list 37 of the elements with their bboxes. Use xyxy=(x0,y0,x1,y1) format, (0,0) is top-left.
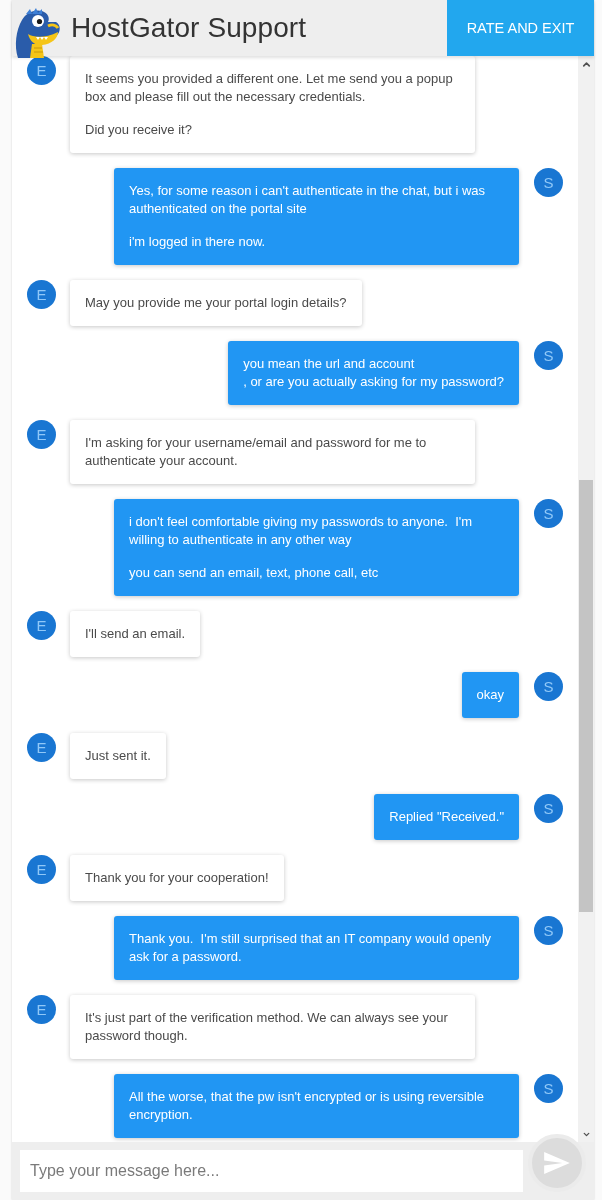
message-text: Replied "Received." xyxy=(389,808,504,826)
avatar: S xyxy=(534,794,563,823)
message-text: All the worse, that the pw isn't encrypted or is using reversible encryption. xyxy=(129,1088,486,1124)
avatar: E xyxy=(27,420,56,449)
message-text: i'm logged in there now. xyxy=(129,233,267,251)
message-text: Just sent it. xyxy=(85,747,151,765)
avatar: S xyxy=(534,499,563,528)
message-text: Did you receive it? xyxy=(85,121,193,139)
message-text: you mean the url and account , or are you actually asking for my password? xyxy=(243,355,504,391)
avatar: S xyxy=(534,341,563,370)
message-text: okay xyxy=(476,686,504,704)
scrollbar-track[interactable] xyxy=(578,56,594,1142)
avatar: S xyxy=(534,916,563,945)
chat-title: HostGator Support xyxy=(71,12,307,44)
avatar: E xyxy=(27,995,56,1024)
scrollbar-thumb[interactable] xyxy=(579,480,593,912)
message-text: It seems you provided a different one. Let me send you a popup box and please fill out the necessary credentials. xyxy=(85,70,454,106)
avatar: E xyxy=(27,855,56,884)
message-text: you can send an email, text, phone call, etc xyxy=(129,564,380,582)
message-text: Thank you for your cooperation! xyxy=(85,869,269,887)
message-text: Thank you. I'm still surprised that an IT company would openly ask for a password. xyxy=(129,930,493,966)
rate-and-exit-button[interactable]: RATE AND EXIT xyxy=(447,0,594,56)
avatar: S xyxy=(534,672,563,701)
avatar: S xyxy=(534,168,563,197)
avatar: E xyxy=(27,56,56,85)
avatar: E xyxy=(27,280,56,309)
message-text: I'll send an email. xyxy=(85,625,186,643)
message-text: It's just part of the verification method. We can always see your password though. xyxy=(85,1009,449,1045)
message-text: May you provide me your portal login details? xyxy=(85,294,347,312)
avatar: E xyxy=(27,733,56,762)
message-text: I'm asking for your username/email and password for me to authenticate your account. xyxy=(85,434,428,470)
message-text: i don't feel comfortable giving my passwords to anyone. I'm willing to authenticate in any other way xyxy=(129,513,474,549)
send-icon xyxy=(544,1152,570,1174)
message-input[interactable]: Type your message here... xyxy=(20,1150,523,1192)
avatar: E xyxy=(27,611,56,640)
avatar: S xyxy=(534,1074,563,1103)
message-text: Yes, for some reason i can't authenticate in the chat, but i was authenticated on the portal site xyxy=(129,182,487,218)
